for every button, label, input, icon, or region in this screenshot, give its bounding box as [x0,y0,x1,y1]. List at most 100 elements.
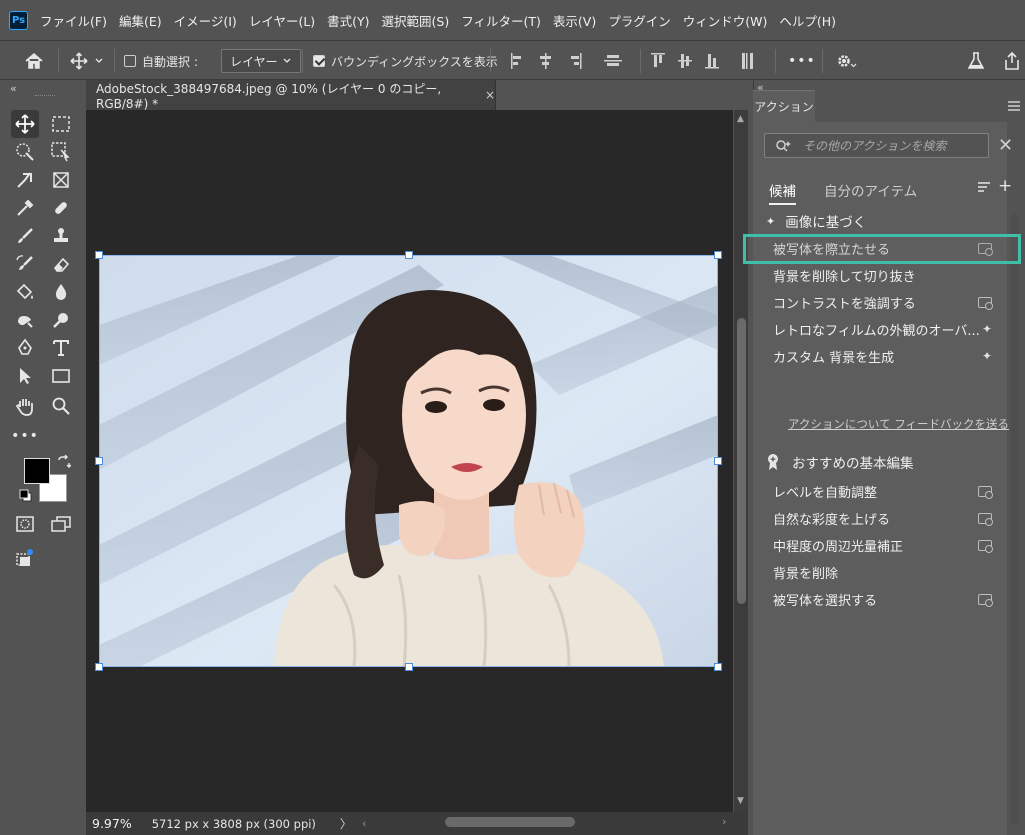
action-item[interactable]: 被写体を際立たせる [773,237,998,259]
action-label: 背景を削除 [773,566,839,582]
checked-checkbox-icon [313,55,325,67]
gear-icon[interactable] [836,41,858,81]
action-item[interactable]: 被写体を選択する [773,588,998,610]
transform-handle[interactable] [714,251,722,259]
hand-tool-icon[interactable] [11,392,39,420]
action-item[interactable]: コントラストを強調する [773,291,998,313]
close-tab-icon[interactable]: × [485,88,495,102]
move-tool-preset-icon[interactable] [70,41,104,81]
panel-grip[interactable] [35,95,55,97]
action-item[interactable]: 自然な彩度を上げる [773,507,998,529]
home-icon[interactable] [24,41,44,81]
scroll-left-icon[interactable]: ‹ [362,817,366,830]
magic-wand-icon: ✦ [981,322,992,336]
document-tab[interactable]: AdobeStock_388497684.jpeg @ 10% (レイヤー 0 … [86,80,496,111]
actions-panel-tab[interactable]: アクション [753,90,815,122]
panel-scrollbar[interactable] [1011,214,1019,824]
menu-help[interactable]: ヘルプ(H) [779,11,836,30]
action-label: カスタム 背景を生成 [773,350,895,366]
action-label: 自然な彩度を上げる [773,512,891,528]
flask-icon[interactable] [966,41,986,81]
menu-edit[interactable]: 編集(E) [119,11,162,30]
tab-my-items[interactable]: 自分のアイテム [824,180,917,200]
object-selection-tool-icon[interactable] [11,138,39,166]
horizontal-scroll-thumb[interactable] [445,817,575,827]
document-dimensions: 5712 px x 3808 px (300 ppi) [151,816,316,831]
transform-handle[interactable] [95,457,103,465]
menu-filter[interactable]: フィルター(T) [461,11,541,30]
auto-select-dropdown[interactable]: レイヤー [221,49,301,73]
screen-mode-icon[interactable] [47,510,75,538]
action-item[interactable]: レベルを自動調整 [773,480,998,502]
feedback-link[interactable]: アクションについて フィードバックを送る [788,416,1009,432]
blur-tool-icon[interactable] [47,278,75,306]
sort-icon[interactable] [977,181,991,196]
section-image-based: ✦ 画像に基づく [766,211,866,232]
share-icon[interactable] [1002,41,1022,81]
sponge-tool-icon[interactable] [47,306,75,334]
history-brush-tool-icon[interactable] [11,250,39,278]
transform-handle[interactable] [405,251,413,259]
menu-type[interactable]: 書式(Y) [327,11,369,30]
bounding-box-checkbox[interactable]: バウンディングボックスを表示 [313,41,498,81]
action-item[interactable]: レトロなフィルムの外観のオーバ... ✦ [773,318,998,340]
zoom-tool-icon[interactable] [47,392,75,420]
stamp-tool-icon[interactable] [47,222,75,250]
quick-mask-icon[interactable] [11,510,39,538]
preview-icon [978,593,993,607]
status-menu-arrow[interactable]: 〉 [340,815,352,832]
action-item[interactable]: 背景を削除して切り抜き [773,264,998,286]
menu-view[interactable]: 表示(V) [553,11,596,30]
healing-brush-tool-icon[interactable] [47,194,75,222]
auto-select-checkbox[interactable]: 自動選択 : [124,41,198,81]
canvas-image[interactable] [99,255,718,667]
scroll-up-icon[interactable]: ▲ [737,114,744,124]
default-colors-icon[interactable] [19,489,33,506]
menu-window[interactable]: ウィンドウ(W) [683,11,768,30]
crop-tool-icon[interactable] [11,166,39,194]
tab-suggestions[interactable]: 候補 [769,180,796,205]
frame-tool-icon[interactable] [47,166,75,194]
transform-handle[interactable] [714,457,722,465]
foreground-color-swatch[interactable] [24,458,50,484]
rectangle-tool-icon[interactable] [47,362,75,390]
more-tools-icon[interactable]: ••• [11,422,39,450]
paint-bucket-tool-icon[interactable] [11,278,39,306]
transform-handle[interactable] [95,251,103,259]
menu-layer[interactable]: レイヤー(L) [249,11,315,30]
transform-handle[interactable] [714,663,722,671]
scroll-right-icon[interactable]: › [722,815,726,828]
type-tool-icon[interactable] [47,334,75,362]
scroll-down-icon[interactable]: ▼ [737,796,744,806]
preview-icon [978,485,993,499]
vertical-scroll-thumb[interactable] [737,318,746,604]
action-item[interactable]: 中程度の周辺光量補正 [773,534,998,556]
collapse-panel-icon[interactable]: « [10,82,17,95]
pen-tool-icon[interactable] [11,334,39,362]
eyedropper-tool-icon[interactable] [11,194,39,222]
transform-handle[interactable] [95,663,103,671]
eraser-tool-icon[interactable] [47,250,75,278]
actions-search-input[interactable]: その他のアクションを検索 [764,133,989,158]
menu-image[interactable]: イメージ(I) [174,11,237,30]
close-search-icon[interactable]: ✕ [998,135,1013,156]
checkbox-icon [124,55,136,67]
menu-select[interactable]: 選択範囲(S) [382,11,450,30]
menu-file[interactable]: ファイル(F) [40,11,107,30]
zoom-level[interactable]: 9.97% [92,816,132,831]
path-selection-tool-icon[interactable] [11,362,39,390]
swap-colors-icon[interactable] [57,454,72,472]
action-item[interactable]: 背景を削除 [773,561,998,583]
brush-tool-icon[interactable] [11,222,39,250]
action-item[interactable]: カスタム 背景を生成 ✦ [773,345,998,367]
move-tool-icon[interactable] [11,110,39,138]
crop-select-tool-icon[interactable] [47,138,75,166]
add-icon[interactable]: + [998,176,1012,196]
transform-handle[interactable] [405,663,413,671]
menu-plugins[interactable]: プラグイン [608,11,671,30]
marquee-tool-icon[interactable] [47,110,75,138]
dodge-tool-icon[interactable] [11,306,39,334]
more-options-button[interactable]: ••• [788,41,816,81]
generative-frame-icon[interactable] [11,544,39,572]
panel-menu-icon[interactable] [1007,100,1021,115]
